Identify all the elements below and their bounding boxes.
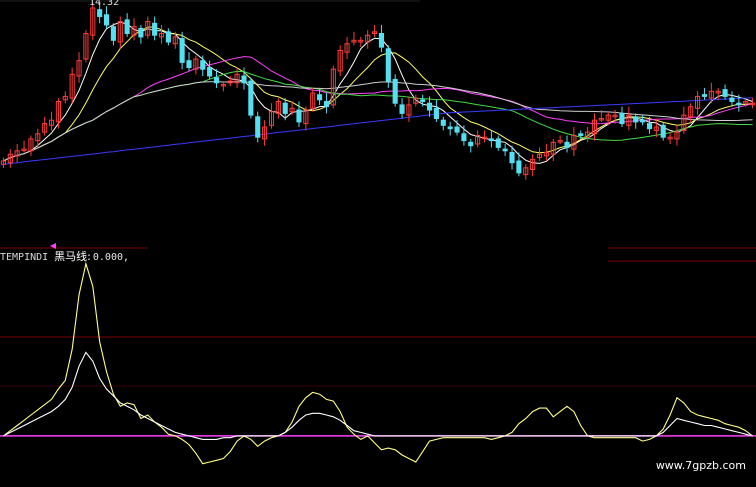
candle-body	[124, 19, 130, 34]
candle-body	[97, 9, 103, 17]
candle-body	[722, 89, 728, 97]
indicator-lines	[3, 261, 753, 465]
candle-body	[152, 22, 158, 36]
candle-body	[213, 77, 220, 84]
watermark: www.7gpzb.com	[655, 459, 746, 472]
candle-body	[317, 94, 323, 101]
candle-body	[660, 124, 666, 138]
candle-body	[110, 26, 116, 41]
candle-body	[495, 138, 501, 148]
candle-body	[241, 75, 247, 84]
max-price-label: 14.32	[89, 0, 120, 8]
moving-average-lines	[3, 21, 753, 165]
candle-body	[468, 141, 474, 147]
candle-body	[729, 97, 735, 102]
indicator-line-2	[3, 351, 753, 440]
candle-body	[207, 67, 213, 77]
candle-body	[447, 126, 453, 130]
candle-body	[186, 60, 192, 69]
candle-body	[378, 33, 384, 48]
candle-body	[619, 112, 625, 125]
candle-body	[488, 138, 494, 142]
ma-line-ma20	[3, 56, 753, 162]
indicator-name: TEMPINDI	[0, 252, 49, 263]
candle-body	[564, 141, 570, 148]
candle-body	[701, 94, 708, 97]
candle-body	[502, 148, 508, 152]
candle-body	[440, 119, 446, 126]
candlesticks	[0, 2, 756, 180]
candle-body	[420, 99, 426, 103]
indicator-header: TEMPINDI 黑马线: 0.000,	[0, 248, 129, 264]
candle-body	[248, 80, 254, 116]
candle-body	[323, 101, 330, 108]
ma-line-ma30	[3, 70, 753, 162]
candle-body	[461, 133, 467, 142]
candle-body	[138, 27, 144, 38]
candle-body	[646, 123, 653, 130]
candle-body	[454, 126, 460, 133]
candle-body	[426, 102, 433, 111]
indicator-series-name: 黑马线:	[54, 250, 91, 263]
indicator-line-1	[3, 261, 753, 465]
indicator-value: 0.000,	[92, 252, 130, 263]
candle-body	[282, 102, 288, 114]
ma-line-ma10	[3, 26, 753, 162]
candle-body	[640, 119, 646, 123]
candle-body	[296, 109, 302, 123]
candle-body	[385, 48, 391, 82]
candle-body	[509, 152, 515, 164]
candle-body	[633, 116, 639, 123]
candle-body	[103, 14, 110, 26]
indicator-grid	[0, 247, 756, 437]
candle-body	[516, 160, 522, 174]
candle-body	[165, 31, 171, 43]
candle-body	[399, 104, 405, 114]
candle-body	[433, 107, 439, 120]
candle-body	[200, 60, 206, 70]
candle-body	[736, 102, 742, 106]
candle-body	[179, 38, 185, 63]
candle-body	[392, 78, 398, 104]
candle-body	[578, 133, 584, 137]
ma-line-ma120	[3, 97, 753, 165]
candle-body	[255, 116, 261, 138]
stock-chart	[0, 0, 756, 465]
